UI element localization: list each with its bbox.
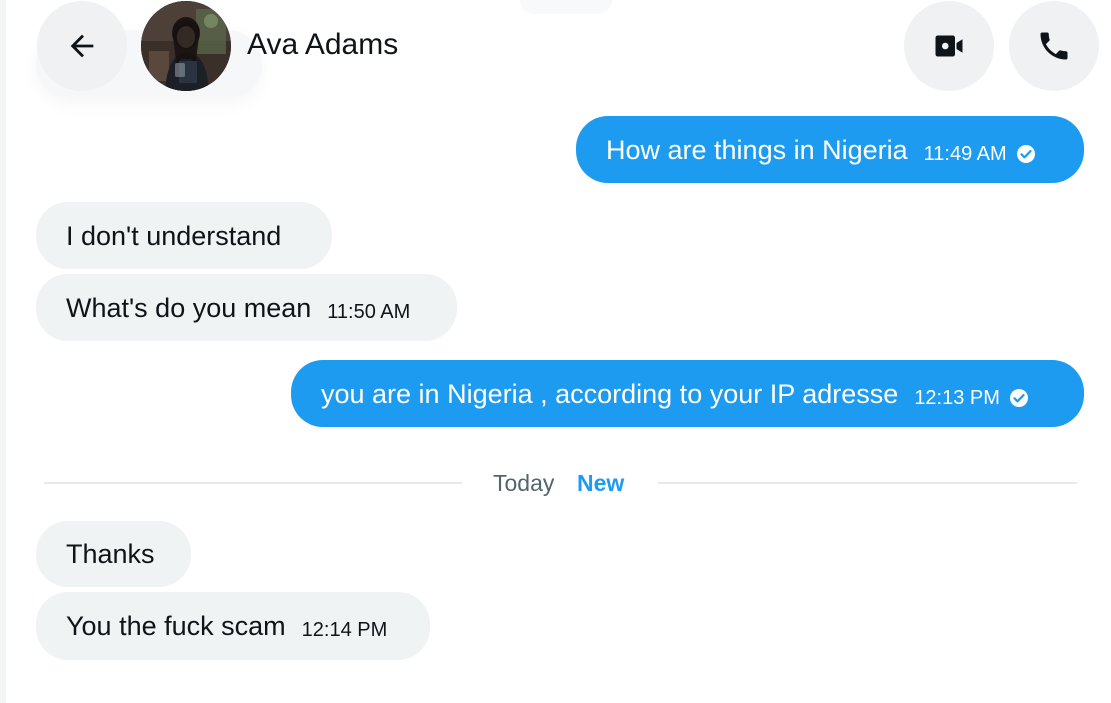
divider-line (44, 482, 462, 484)
message-text: What's do you mean (66, 292, 312, 323)
window-edge (0, 0, 6, 703)
avatar[interactable] (141, 1, 231, 91)
video-call-button[interactable] (904, 1, 994, 91)
new-messages-badge: New (577, 470, 625, 496)
message-bubble-sent[interactable]: you are in Nigeria , according to your I… (291, 360, 1084, 427)
message-bubble-received[interactable]: You the fuck scam 12:14 PM (36, 592, 430, 660)
message-text: Thanks (66, 539, 155, 569)
divider-line (658, 482, 1077, 484)
date-divider-label: Today (493, 470, 555, 496)
message-text: you are in Nigeria , according to your I… (321, 378, 899, 409)
message-timestamp: 12:13 PM (914, 386, 1000, 409)
checkmark-circle-icon (1009, 388, 1028, 407)
message-timestamp: 11:50 AM (327, 300, 411, 323)
profile-photo-image (141, 1, 231, 91)
phone-icon (1040, 32, 1068, 60)
message-bubble-received[interactable]: I don't understand (36, 202, 332, 269)
contact-name[interactable]: Ava Adams (247, 26, 398, 64)
arrow-left-icon (70, 34, 94, 58)
message-bubble-received[interactable]: Thanks (36, 521, 191, 587)
message-bubble-sent[interactable]: How are things in Nigeria 11:49 AM (576, 116, 1084, 183)
message-timestamp: 12:14 PM (301, 619, 388, 641)
scrolled-content-remnant (520, 0, 612, 14)
message-text: How are things in Nigeria (606, 134, 908, 165)
message-timestamp: 11:49 AM (923, 142, 1007, 165)
video-camera-icon (935, 35, 963, 57)
message-text: You the fuck scam (66, 611, 286, 641)
back-button[interactable] (37, 1, 127, 91)
message-text: I don't understand (66, 220, 282, 251)
voice-call-button[interactable] (1009, 1, 1099, 91)
checkmark-circle-icon (1016, 144, 1035, 163)
message-bubble-received[interactable]: What's do you mean 11:50 AM (36, 274, 457, 341)
